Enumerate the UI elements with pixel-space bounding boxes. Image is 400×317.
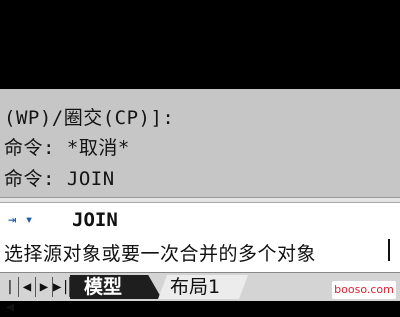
layout-tab-bar: |◀ ◀ ▶ ▶| 模型 布局1 booso.com bbox=[0, 272, 400, 315]
last-tab-button[interactable]: ▶| bbox=[53, 277, 70, 297]
watermark: booso.com bbox=[332, 281, 396, 299]
command-prompt[interactable]: 选择源对象或要一次合并的多个对象 bbox=[4, 239, 316, 266]
command-history: (WP)/圈交(CP)]: 命令: *取消* 命令: JOIN bbox=[0, 89, 400, 197]
history-line: 命令: JOIN bbox=[4, 168, 115, 190]
history-line: 命令: *取消* bbox=[4, 137, 130, 159]
history-line: (WP)/圈交(CP)]: bbox=[4, 107, 175, 129]
first-tab-button[interactable]: |◀ bbox=[2, 277, 19, 315]
command-line-arrow-icon[interactable]: ⇥ ▾ bbox=[8, 211, 42, 229]
tab-layout1[interactable]: 布局1 bbox=[158, 275, 248, 299]
command-name: JOIN bbox=[72, 209, 118, 231]
text-caret bbox=[388, 239, 390, 261]
drawing-area[interactable] bbox=[0, 0, 400, 89]
tab-model[interactable]: 模型 bbox=[70, 275, 162, 299]
prev-tab-button[interactable]: ◀ bbox=[19, 277, 36, 297]
command-line[interactable]: ⇥ ▾ JOIN 选择源对象或要一次合并的多个对象 bbox=[0, 202, 400, 273]
next-tab-button[interactable]: ▶ bbox=[36, 277, 53, 297]
